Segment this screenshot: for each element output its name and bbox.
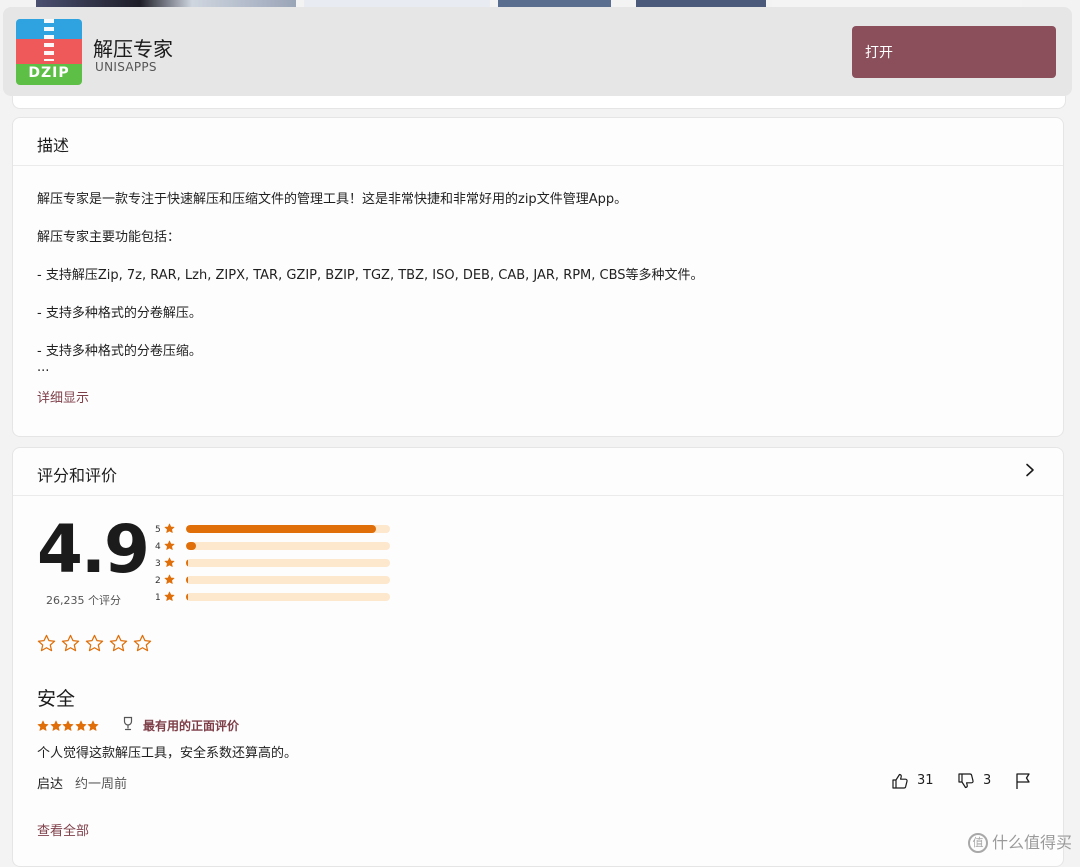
star-icon bbox=[37, 720, 49, 731]
rate-star-icon[interactable] bbox=[61, 634, 80, 653]
dislike-count: 3 bbox=[983, 773, 992, 788]
star-icon bbox=[50, 720, 61, 731]
rating-bar-fill bbox=[186, 576, 189, 584]
rating-bar-row: 1 bbox=[155, 590, 395, 607]
rating-bar-track bbox=[186, 542, 390, 550]
description-line: 解压专家主要功能包括： bbox=[37, 230, 181, 245]
description-line: - 支持多种格式的分卷解压。 bbox=[37, 306, 202, 321]
app-publisher[interactable]: UNISAPPS bbox=[95, 60, 157, 74]
rating-bar-row: 3 bbox=[155, 556, 395, 573]
rating-bar-track bbox=[186, 525, 390, 533]
rating-bar-fill bbox=[186, 559, 189, 567]
description-line: - 支持解压Zip, 7z, RAR, Lzh, ZIPX, TAR, GZIP… bbox=[37, 268, 704, 283]
watermark: 值什么值得买 bbox=[967, 829, 1072, 853]
description-card: 描述 解压专家是一款专注于快速解压和压缩文件的管理工具！这是非常快捷和非常好用的… bbox=[12, 117, 1064, 437]
most-helpful-badge: 最有用的正面评价 bbox=[143, 719, 240, 733]
zipper-icon bbox=[44, 19, 54, 61]
rating-bar-track bbox=[186, 559, 390, 567]
description-line: - 支持多种格式的分卷压缩。 bbox=[37, 344, 202, 359]
rating-bar-fill bbox=[186, 542, 197, 550]
rating-bar-fill bbox=[186, 525, 376, 533]
like-count: 31 bbox=[917, 773, 934, 788]
chevron-right-icon[interactable] bbox=[1023, 463, 1037, 477]
rate-star-icon[interactable] bbox=[85, 634, 104, 653]
star-icon bbox=[75, 720, 86, 731]
average-rating: 4.9 bbox=[37, 511, 150, 588]
review-time: 约一周前 bbox=[75, 777, 128, 792]
rating-bar-row: 2 bbox=[155, 573, 395, 590]
ratings-card: 评分和评价 4.9 26,235 个评分 5 4 3 2 1 安全 最有用的正面评价 个… bbox=[12, 447, 1064, 867]
rating-bar-fill bbox=[186, 593, 189, 601]
description-heading: 描述 bbox=[13, 118, 1063, 166]
rate-star-icon[interactable] bbox=[109, 634, 128, 653]
description-body: 解压专家是一款专注于快速解压和压缩文件的管理工具！这是非常快捷和非常好用的zip… bbox=[13, 166, 1063, 406]
ratings-heading: 评分和评价 bbox=[37, 466, 118, 485]
app-title: 解压专家 bbox=[93, 37, 173, 61]
trophy-icon bbox=[123, 716, 133, 731]
rating-bar-row: 4 bbox=[155, 539, 395, 556]
star-icon bbox=[164, 523, 175, 533]
thumbs-down-icon[interactable] bbox=[957, 772, 975, 790]
review-stars bbox=[37, 717, 100, 736]
app-icon-label: DZIP bbox=[28, 65, 70, 81]
star-icon bbox=[62, 720, 74, 731]
rating-bar-label: 4 bbox=[155, 542, 161, 552]
thumbs-up-icon[interactable] bbox=[891, 772, 909, 790]
rate-star-icon[interactable] bbox=[37, 634, 56, 653]
rating-bar-label: 5 bbox=[155, 525, 161, 535]
rate-star-icon[interactable] bbox=[133, 634, 152, 653]
app-icon: DZIP bbox=[16, 19, 82, 85]
app-header: DZIP 解压专家 UNISAPPS 打开 bbox=[3, 7, 1072, 96]
flag-icon[interactable] bbox=[1014, 772, 1032, 790]
watermark-text: 什么值得买 bbox=[991, 832, 1072, 852]
review-body: 个人觉得这款解压工具，安全系数还算高的。 bbox=[37, 746, 298, 761]
review-title: 安全 bbox=[37, 688, 76, 710]
ratings-heading-row[interactable]: 评分和评价 bbox=[13, 448, 1063, 496]
star-icon bbox=[164, 540, 175, 550]
star-icon bbox=[164, 574, 175, 584]
rating-bar-label: 1 bbox=[155, 593, 161, 603]
star-icon bbox=[164, 591, 175, 601]
rating-distribution: 5 4 3 2 1 bbox=[155, 522, 395, 607]
rating-count: 26,235 个评分 bbox=[46, 594, 121, 607]
rating-bar-label: 3 bbox=[155, 559, 161, 569]
see-all-reviews-link[interactable]: 查看全部 bbox=[37, 820, 89, 839]
watermark-logo-icon: 值 bbox=[967, 833, 988, 853]
rating-bar-row: 5 bbox=[155, 522, 395, 539]
show-more-link[interactable]: 详细显示 bbox=[37, 387, 1039, 406]
open-button[interactable]: 打开 bbox=[852, 26, 1056, 78]
description-line: 解压专家是一款专注于快速解压和压缩文件的管理工具！这是非常快捷和非常好用的zip… bbox=[37, 192, 628, 207]
rating-bar-track bbox=[186, 593, 390, 601]
star-icon bbox=[87, 720, 99, 731]
rating-bar-track bbox=[186, 576, 390, 584]
star-icon bbox=[164, 557, 175, 567]
rating-bar-label: 2 bbox=[155, 576, 161, 586]
description-ellipsis: ... bbox=[37, 360, 50, 375]
previous-card-bottom bbox=[12, 96, 1066, 109]
review-author: 启达 bbox=[37, 777, 64, 792]
user-rating-input[interactable] bbox=[37, 634, 157, 654]
